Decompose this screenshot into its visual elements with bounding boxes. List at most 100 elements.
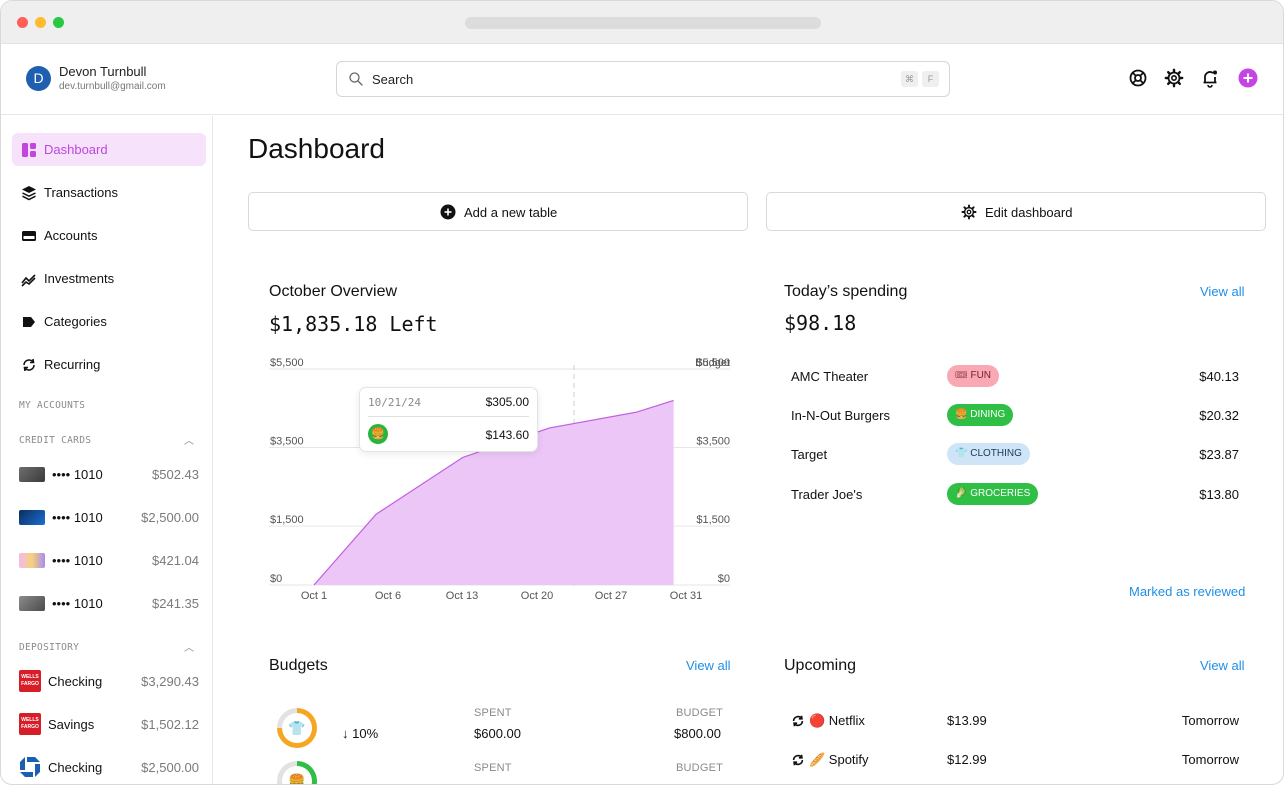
- recurring-icon: [792, 715, 804, 727]
- y-tick-left: $0: [270, 573, 282, 585]
- sidebar-item-transactions[interactable]: Transactions: [12, 176, 206, 209]
- zoom-window-button[interactable]: [53, 17, 64, 28]
- x-tick: Oct 1: [301, 590, 327, 602]
- gear-icon: [961, 204, 977, 220]
- spending-row[interactable]: AMC Theater 🎟 FUN $40.13: [791, 365, 1239, 389]
- sidebar-item-label: Accounts: [44, 228, 98, 243]
- credit-card-row[interactable]: •••• 1010 $421.04: [19, 549, 199, 571]
- marked-reviewed-link[interactable]: Marked as reviewed: [1129, 584, 1245, 599]
- sidebar-item-recurring[interactable]: Recurring: [12, 348, 206, 381]
- chevron-up-icon[interactable]: ︿: [184, 639, 194, 654]
- sidebar-item-accounts[interactable]: Accounts: [12, 219, 206, 252]
- overview-title: October Overview: [269, 283, 398, 300]
- chase-logo: [20, 757, 40, 777]
- my-accounts-heading: MY ACCOUNTS: [19, 400, 86, 411]
- depository-row[interactable]: WELLS FARGO Checking $3,290.43: [19, 670, 199, 692]
- sidebar-item-label: Recurring: [44, 357, 101, 372]
- shirt-icon: 👕: [282, 713, 312, 743]
- account-name: Savings: [48, 717, 95, 732]
- account-name: •••• 1010: [52, 553, 103, 568]
- card-thumbnail: [19, 596, 45, 611]
- tooltip-category-value: $143.60: [485, 428, 529, 442]
- plus-circle-icon: [440, 204, 456, 220]
- help-icon[interactable]: [1128, 68, 1148, 88]
- add-table-label: Add a new table: [464, 205, 558, 220]
- upcoming-when: Tomorrow: [1181, 752, 1239, 767]
- credit-card-row[interactable]: •••• 1010 $2,500.00: [19, 506, 199, 528]
- budget-progress-ring[interactable]: 👕: [277, 708, 317, 748]
- credit-card-row[interactable]: •••• 1010 $241.35: [19, 592, 199, 614]
- category-pill-clothing[interactable]: 👕 CLOTHING: [947, 443, 1030, 465]
- account-balance: $3,290.43: [141, 674, 199, 689]
- gear-icon[interactable]: [1164, 68, 1184, 88]
- spending-amount: $20.32: [1199, 408, 1239, 423]
- spending-amount: $13.80: [1199, 487, 1239, 502]
- avatar[interactable]: D: [26, 66, 51, 91]
- chart-tooltip: 10/21/24 $305.00 🍔 $143.60: [359, 387, 538, 452]
- category-pill-groceries[interactable]: 🥬 GROCERIES: [947, 483, 1039, 505]
- x-tick: Oct 20: [521, 590, 553, 602]
- spent-value: $600.00: [474, 726, 521, 741]
- account-balance: $2,500.00: [141, 760, 199, 775]
- burger-icon: 🍔: [368, 424, 388, 444]
- tooltip-date: 10/21/24: [368, 396, 421, 409]
- budget-progress-ring[interactable]: 🍔: [277, 761, 317, 784]
- depository-heading: DEPOSITORY: [19, 642, 80, 653]
- account-balance: $421.04: [152, 553, 199, 568]
- y-tick-right: $5,500: [696, 357, 730, 369]
- account-name: Checking: [48, 674, 103, 689]
- spending-row[interactable]: Target 👕 CLOTHING $23.87: [791, 443, 1239, 467]
- spending-row[interactable]: Trader Joe's 🥬 GROCERIES $13.80: [791, 483, 1239, 507]
- y-tick-right: $1,500: [696, 514, 730, 526]
- sidebar-item-dashboard[interactable]: Dashboard: [12, 133, 206, 166]
- category-pill-fun[interactable]: 🎟 FUN: [947, 365, 1000, 387]
- spending-row[interactable]: In-N-Out Burgers 🍔 DINING $20.32: [791, 404, 1239, 428]
- spent-label: SPENT: [474, 707, 512, 719]
- search-placeholder: Search: [372, 72, 414, 87]
- upcoming-row[interactable]: 🥖 Spotify $12.99 Tomorrow: [791, 749, 1239, 771]
- search-input[interactable]: Search ⌘ F: [336, 61, 950, 97]
- wells-fargo-logo: WELLS FARGO: [19, 713, 41, 735]
- tooltip-divider: [368, 416, 529, 417]
- chevron-up-icon[interactable]: ︿: [184, 432, 194, 447]
- y-tick-right: $3,500: [696, 436, 730, 448]
- edit-dashboard-label: Edit dashboard: [985, 205, 1073, 220]
- edit-dashboard-button[interactable]: Edit dashboard: [766, 192, 1266, 231]
- depository-row[interactable]: WELLS FARGO Savings $1,502.12: [19, 713, 199, 735]
- address-bar[interactable]: [465, 17, 821, 29]
- add-icon[interactable]: [1238, 68, 1258, 88]
- merchant-name: AMC Theater: [791, 369, 869, 384]
- account-name: Checking: [48, 760, 103, 775]
- upcoming-title: Upcoming: [784, 657, 857, 674]
- upcoming-row[interactable]: 🔴 Netflix $13.99 Tomorrow: [791, 710, 1239, 732]
- budgets-view-all-link[interactable]: View all: [686, 658, 731, 673]
- budget-value: $800.00: [674, 726, 721, 741]
- x-tick: Oct 6: [375, 590, 401, 602]
- budgets-title: Budgets: [269, 657, 328, 674]
- card-thumbnail: [19, 553, 45, 568]
- account-balance: $1,502.12: [141, 717, 199, 732]
- category-pill-dining[interactable]: 🍔 DINING: [947, 404, 1014, 426]
- account-balance: $502.43: [152, 467, 199, 482]
- credit-cards-heading: CREDIT CARDS: [19, 435, 92, 446]
- account-balance: $2,500.00: [141, 510, 199, 525]
- credit-card-row[interactable]: •••• 1010 $502.43: [19, 463, 199, 485]
- user-name: Devon Turnbull: [59, 64, 147, 79]
- sidebar-item-investments[interactable]: Investments: [12, 262, 206, 295]
- overview-left-amount: $1,835.18 Left: [269, 312, 438, 336]
- sidebar-item-categories[interactable]: Categories: [12, 305, 206, 338]
- x-tick: Oct 13: [446, 590, 478, 602]
- today-view-all-link[interactable]: View all: [1200, 284, 1245, 299]
- sidebar-item-label: Investments: [44, 271, 115, 286]
- command-key-hint: ⌘: [901, 71, 918, 87]
- spending-amount: $40.13: [1199, 369, 1239, 384]
- upcoming-view-all-link[interactable]: View all: [1200, 658, 1245, 673]
- card-thumbnail: [19, 467, 45, 482]
- wells-fargo-logo: WELLS FARGO: [19, 670, 41, 692]
- minimize-window-button[interactable]: [35, 17, 46, 28]
- add-table-button[interactable]: Add a new table: [248, 192, 748, 231]
- close-window-button[interactable]: [17, 17, 28, 28]
- notification-bell-icon[interactable]: [1200, 68, 1220, 88]
- budget-label: BUDGET: [676, 707, 724, 719]
- depository-row[interactable]: Checking $2,500.00: [19, 756, 199, 778]
